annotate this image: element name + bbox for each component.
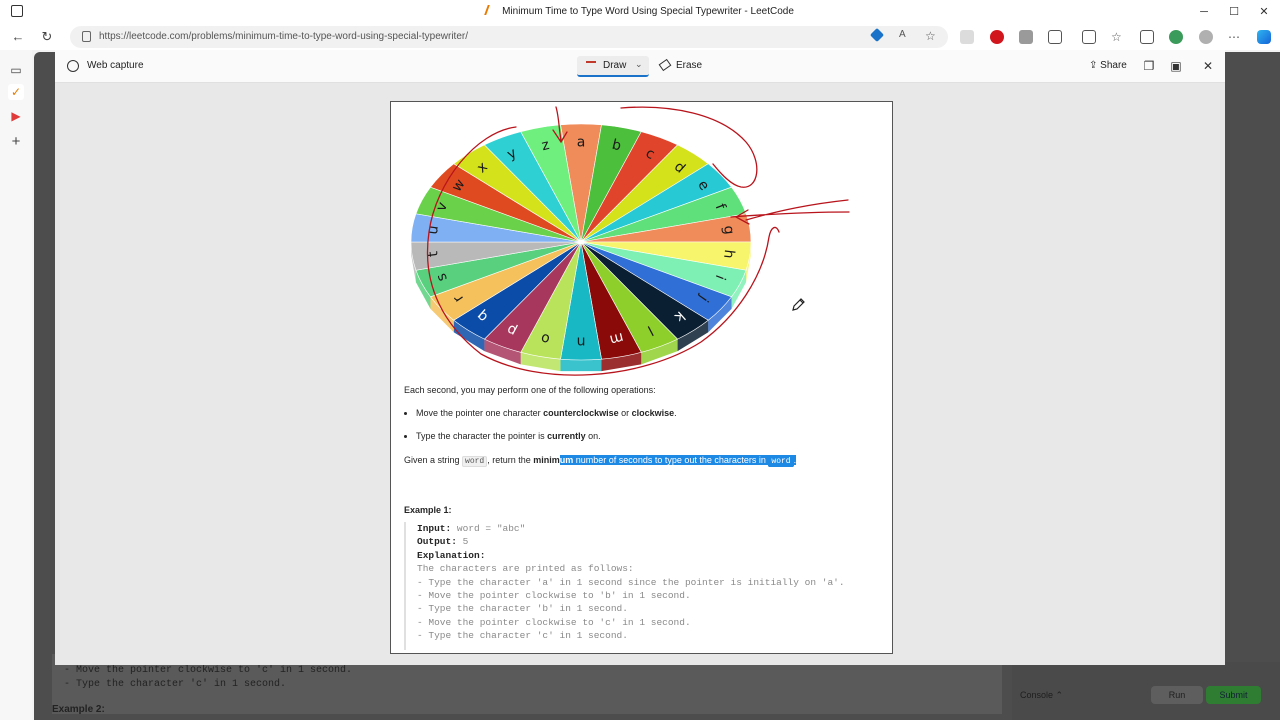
captured-document: abcdefghijklmnopqrstuvwxyz Each second, … — [390, 101, 893, 654]
back-arrow-icon[interactable]: ← — [9, 28, 27, 46]
maximize-button[interactable]: ☐ — [1224, 4, 1244, 20]
example-1-block: Input: word = "abc" Output: 5 Explanatio… — [404, 522, 874, 650]
description-bottom-text: - Move the pointer clockwise to 'c' in 1… — [64, 664, 352, 692]
share-button[interactable]: ⇪ Share — [1089, 60, 1127, 71]
share-label: Share — [1100, 60, 1127, 71]
chevron-down-icon[interactable]: ⌄ — [635, 59, 643, 70]
intro-text: Each second, you may perform one of the … — [404, 385, 656, 395]
problem-statement: Given a string word, return the minimum … — [404, 455, 797, 467]
bg-example-2-title: Example 2: — [52, 704, 105, 715]
extension-icon[interactable] — [960, 30, 974, 44]
window-title-text: Minimum Time to Type Word Using Special … — [502, 6, 794, 17]
lock-icon — [82, 31, 91, 42]
bg-line-1: - Move the pointer clockwise to 'c' in 1… — [64, 665, 353, 676]
address-bar[interactable]: https://leetcode.com/problems/minimum-ti… — [70, 26, 948, 48]
youtube-tab-icon[interactable]: ▶ — [8, 108, 24, 124]
wheel-letter-u: u — [425, 225, 442, 236]
copilot-icon[interactable] — [1257, 30, 1271, 44]
close-capture-icon[interactable]: ✕ — [1201, 59, 1215, 73]
draw-label: Draw — [603, 60, 627, 71]
wheel-letter-a: a — [577, 135, 586, 151]
run-button[interactable]: Run — [1151, 686, 1203, 704]
console-toggle[interactable]: Console ⌃ — [1020, 686, 1070, 704]
share-icon: ⇪ — [1089, 60, 1101, 71]
tab-actions-icon[interactable]: ▭ — [8, 62, 24, 78]
split-screen-icon[interactable] — [1082, 30, 1096, 44]
erase-button[interactable]: Erase — [658, 58, 703, 72]
wheel-letter-g: g — [720, 225, 737, 236]
more-menu-icon[interactable]: ⋯ — [1228, 30, 1242, 44]
copy-icon[interactable]: ❐ — [1142, 59, 1156, 73]
leetcode-tab-icon[interactable]: ✓ — [8, 84, 24, 100]
favorites-icon[interactable]: ☆ — [1111, 30, 1125, 44]
operations-list: Move the pointer one character countercl… — [416, 408, 677, 418]
browser-toolbar: ← ↻ https://leetcode.com/problems/minimu… — [0, 24, 1280, 50]
pencil-cursor-icon — [792, 298, 805, 311]
typewriter-wheel: a b cdefghijklmnopqrstuvwxy z — [410, 106, 850, 376]
example-1-title: Example 1: — [404, 505, 452, 515]
window-title: Minimum Time to Type Word Using Special … — [0, 5, 1280, 17]
eraser-icon — [658, 58, 672, 72]
web-capture-icon — [67, 60, 79, 72]
tag-icon[interactable] — [869, 27, 885, 43]
extension-icon-2[interactable] — [1019, 30, 1033, 44]
leetcode-favicon-icon — [484, 5, 498, 15]
web-capture-window: Web capture Draw ⌄ Erase ⇪ Share ❐ ▣ ✕ a… — [55, 50, 1225, 665]
save-icon[interactable]: ▣ — [1169, 59, 1183, 73]
operations-list-2: Type the character the pointer is curren… — [416, 431, 601, 441]
close-window-button[interactable]: ✕ — [1254, 4, 1274, 20]
erase-label: Erase — [676, 60, 703, 71]
list-item: Move the pointer one character countercl… — [416, 408, 677, 418]
draw-button[interactable]: Draw ⌄ — [577, 56, 649, 77]
url-text: https://leetcode.com/problems/minimum-ti… — [99, 31, 469, 42]
list-item: Type the character the pointer is curren… — [416, 431, 601, 441]
favorite-star-icon[interactable]: ☆ — [925, 29, 939, 43]
wheel-letter-n: n — [577, 333, 586, 349]
pen-icon — [586, 61, 596, 71]
wheel-side-n — [560, 359, 602, 372]
bg-line-2: - Type the character 'c' in 1 second. — [64, 679, 287, 690]
web-capture-title: Web capture — [87, 60, 144, 71]
opera-extension-icon[interactable] — [990, 30, 1004, 44]
red-ink-annotation — [730, 199, 850, 225]
puzzle-extensions-icon[interactable] — [1048, 30, 1062, 44]
browser-essentials-icon[interactable] — [1169, 30, 1183, 44]
collections-icon[interactable] — [1140, 30, 1154, 44]
profile-avatar[interactable] — [1199, 30, 1213, 44]
minimize-button[interactable]: ─ — [1194, 4, 1214, 20]
web-capture-toolbar: Web capture Draw ⌄ Erase ⇪ Share ❐ ▣ ✕ — [55, 50, 1225, 83]
vertical-tabs-sidebar: ▭ ✓ ▶ + — [0, 50, 32, 720]
read-aloud-icon[interactable]: A — [899, 29, 913, 43]
submit-button[interactable]: Submit — [1206, 686, 1261, 704]
new-tab-plus-icon[interactable]: + — [8, 134, 24, 150]
window-title-bar: Minimum Time to Type Word Using Special … — [0, 0, 1280, 24]
refresh-icon[interactable]: ↻ — [38, 28, 56, 46]
